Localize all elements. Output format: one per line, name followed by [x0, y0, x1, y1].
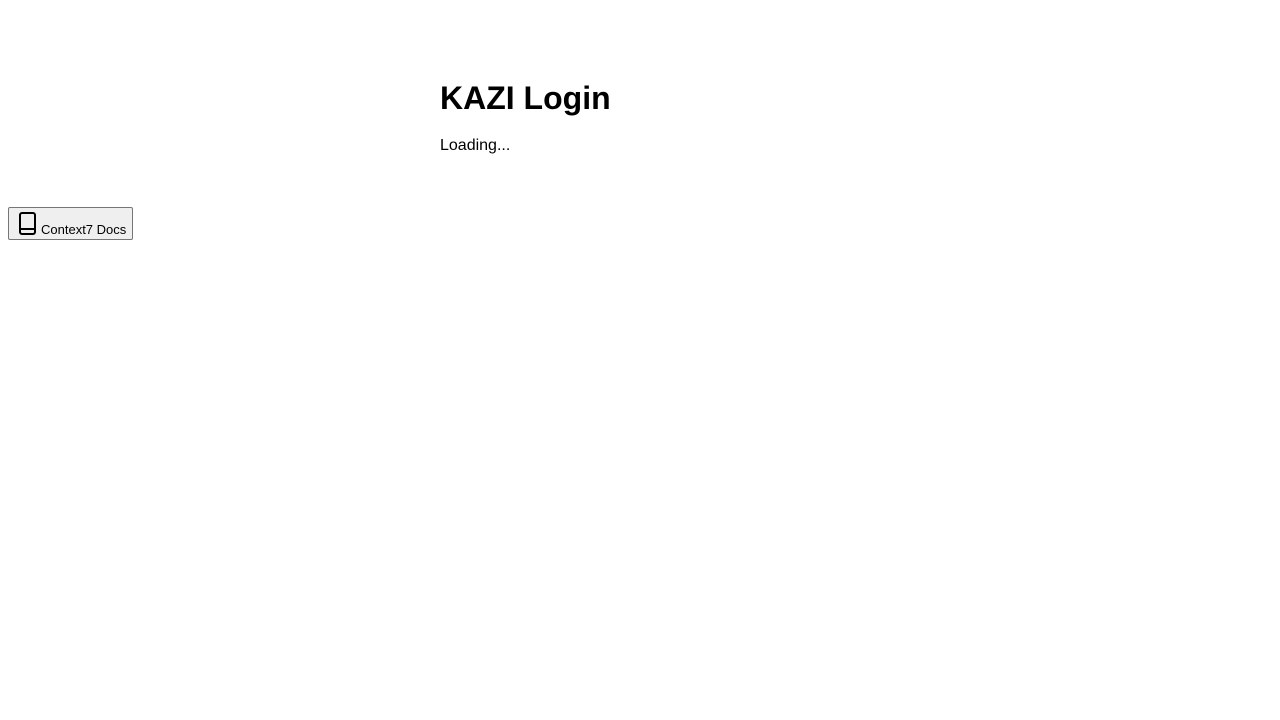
context7-docs-button[interactable]: Context7 Docs: [8, 207, 134, 240]
docs-button-label: Context7 Docs: [41, 222, 127, 237]
book-icon: [17, 211, 39, 237]
login-panel: KAZI Login Loading...: [440, 76, 611, 156]
page-title: KAZI Login: [440, 80, 611, 116]
loading-status: Loading...: [440, 137, 511, 154]
